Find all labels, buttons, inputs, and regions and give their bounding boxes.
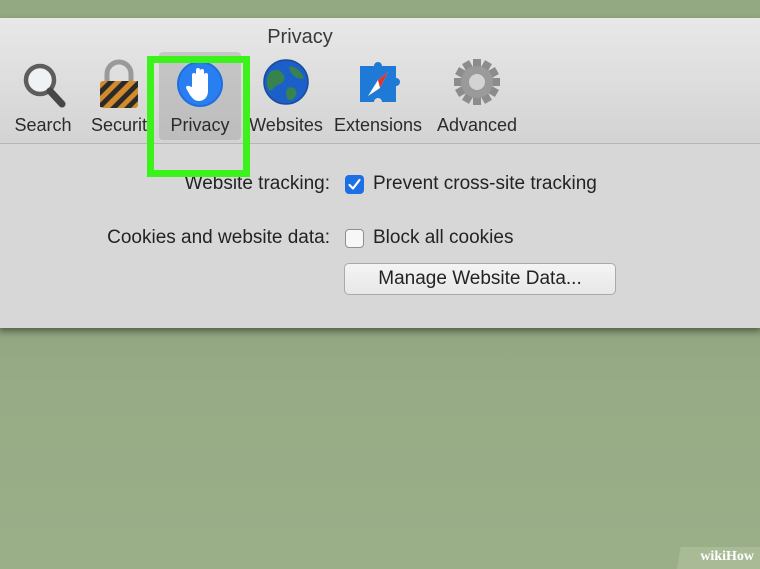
magnifier-icon [17, 58, 69, 114]
tab-advanced[interactable]: Advanced [432, 58, 522, 138]
window-toolbar: Privacy Search Securit Privacy Websites … [0, 18, 760, 144]
tab-label: Websites [249, 115, 323, 135]
tab-websites[interactable]: Websites [241, 58, 331, 138]
cookies-label: Cookies and website data: [107, 227, 330, 248]
padlock-icon [93, 58, 145, 114]
privacy-tab-highlight-box [147, 56, 250, 177]
block-cookies-checkbox[interactable] [345, 229, 364, 248]
tab-label: Advanced [436, 115, 518, 135]
block-cookies-label[interactable]: Block all cookies [373, 227, 513, 249]
tab-extensions[interactable]: Extensions [333, 58, 423, 138]
privacy-settings-panel: Website tracking: Prevent cross-site tra… [0, 144, 760, 328]
gear-icon [451, 58, 503, 114]
puzzle-compass-icon [352, 58, 404, 114]
globe-icon [260, 58, 312, 114]
prevent-tracking-label[interactable]: Prevent cross-site tracking [373, 173, 597, 195]
window-title: Privacy [267, 26, 333, 48]
desktop-background-top [0, 0, 760, 18]
checkmark-icon [348, 178, 361, 190]
privacy-preferences-window: Privacy Search Securit Privacy Websites … [0, 18, 760, 328]
prevent-tracking-checkbox[interactable] [345, 175, 364, 194]
wikihow-watermark: wikiHow [700, 549, 754, 564]
tab-label: Extensions [333, 115, 423, 135]
desktop-background [0, 328, 760, 569]
manage-website-data-button[interactable]: Manage Website Data... [344, 263, 616, 295]
